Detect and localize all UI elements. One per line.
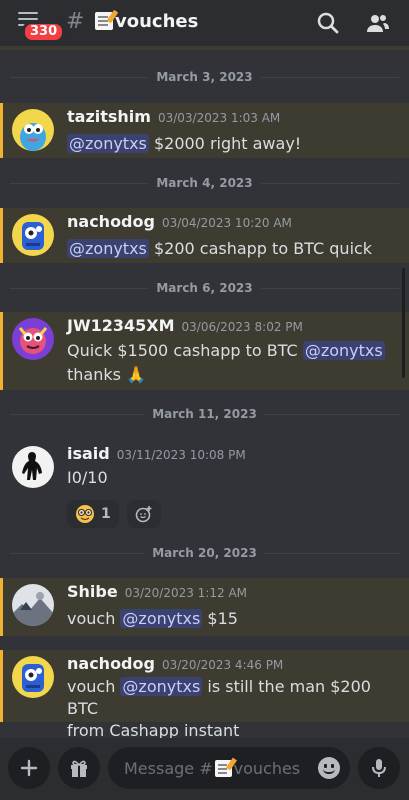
emoji-picker-icon[interactable]	[318, 757, 340, 779]
avatar[interactable]	[12, 584, 54, 626]
username[interactable]: tazitshim 03/03/2023 1:03 AM	[67, 107, 280, 126]
blue-robot-avatar-icon	[12, 214, 54, 256]
date-divider: March 6, 2023	[10, 279, 399, 297]
memo-emoji-icon	[95, 12, 113, 30]
username-text: Shibe	[67, 582, 118, 601]
search-icon	[317, 12, 339, 34]
reaction-count: 1	[101, 506, 111, 522]
date-divider-text: March 4, 2023	[156, 176, 253, 190]
placeholder-prefix: Message #	[124, 758, 213, 778]
message-input[interactable]: Message # vouches	[108, 747, 350, 789]
username[interactable]: Shibe 03/20/2023 1:12 AM	[67, 582, 247, 601]
message-content: vouch @zonytxs $15	[67, 608, 397, 630]
message-content: @zonytxs $200 cashapp to BTC quick	[67, 238, 397, 260]
timestamp: 03/04/2023 10:20 AM	[161, 216, 292, 230]
message-text: vouch	[67, 677, 121, 696]
folded-hands-emoji-icon: 🙏	[126, 365, 146, 384]
gift-icon	[71, 760, 87, 777]
message-text: vouch	[67, 609, 121, 628]
user-mention[interactable]: @zonytxs	[302, 341, 385, 360]
username-text: nachodog	[67, 654, 155, 673]
timestamp: 03/20/2023 4:46 PM	[161, 658, 284, 672]
message[interactable]: nachodog 03/20/2023 4:46 PM vouch @zonytx…	[0, 650, 409, 740]
landscape-avatar-icon	[12, 584, 54, 626]
composer-bar: Message # vouches	[0, 738, 409, 800]
message-content: Quick $1500 cashapp to BTC @zonytxs thank…	[67, 339, 397, 387]
unread-badge: 330	[22, 21, 66, 43]
user-mention[interactable]: @zonytxs	[120, 677, 203, 696]
message-content: I0/10	[67, 468, 108, 487]
gift-button[interactable]	[58, 747, 100, 789]
avatar[interactable]	[12, 318, 54, 360]
user-mention[interactable]: @zonytxs	[67, 134, 149, 153]
date-divider: March 3, 2023	[10, 68, 399, 86]
previous-message-edge	[0, 46, 409, 50]
channel-name-text: vouches	[115, 11, 199, 32]
date-divider-text: March 20, 2023	[152, 546, 257, 560]
blue-creature-avatar-icon	[12, 109, 54, 151]
message-text: $200 cashapp to BTC quick	[148, 239, 373, 258]
message-content: @zonytxs $2000 right away!	[67, 133, 397, 155]
memo-emoji-icon	[214, 759, 232, 777]
microphone-icon	[372, 759, 386, 777]
scrollbar[interactable]	[402, 268, 405, 378]
date-divider-text: March 11, 2023	[152, 407, 257, 421]
members-button[interactable]	[366, 11, 390, 35]
reaction-nerd[interactable]: 1	[67, 500, 119, 528]
nerd-face-emoji-icon	[76, 505, 94, 523]
message[interactable]: JW12345XM 03/06/2023 8:02 PM Quick $1500 …	[0, 312, 409, 390]
user-mention[interactable]: @zonytxs	[67, 239, 149, 258]
message-text-end: $15	[202, 609, 238, 628]
blue-robot-avatar-icon	[12, 656, 54, 698]
message-content: vouch @zonytxs is still the man $200 BTC…	[67, 676, 397, 742]
message-text-line-2: thanks	[67, 365, 121, 384]
search-button[interactable]	[316, 11, 340, 35]
date-divider: March 4, 2023	[10, 174, 399, 192]
pink-creature-avatar-icon	[12, 318, 54, 360]
username[interactable]: nachodog 03/20/2023 4:46 PM	[67, 654, 283, 673]
silhouette-avatar-icon	[12, 446, 54, 488]
add-reaction-button[interactable]	[126, 500, 161, 528]
avatar[interactable]	[12, 109, 54, 151]
date-divider-text: March 3, 2023	[156, 70, 253, 84]
date-divider: March 20, 2023	[10, 544, 399, 562]
add-reaction-icon	[135, 506, 152, 523]
date-divider-text: March 6, 2023	[156, 281, 253, 295]
plus-icon	[20, 759, 38, 777]
message[interactable]: isaid 03/11/2023 10:08 PM I0/10 1	[0, 440, 409, 530]
placeholder-channel: vouches	[233, 758, 301, 778]
username[interactable]: isaid 03/11/2023 10:08 PM	[67, 444, 246, 463]
message[interactable]: nachodog 03/04/2023 10:20 AM @zonytxs $20…	[0, 208, 409, 263]
avatar[interactable]	[12, 656, 54, 698]
channel-title[interactable]: vouches	[95, 11, 198, 32]
user-mention[interactable]: @zonytxs	[120, 609, 203, 628]
message-text: Quick $1500 cashapp to BTC	[67, 341, 303, 360]
message[interactable]: tazitshim 03/03/2023 1:03 AM @zonytxs $20…	[0, 103, 409, 158]
avatar[interactable]	[12, 446, 54, 488]
timestamp: 03/03/2023 1:03 AM	[157, 111, 281, 125]
username-text: nachodog	[67, 212, 155, 231]
username[interactable]: nachodog 03/04/2023 10:20 AM	[67, 212, 292, 231]
date-divider: March 11, 2023	[10, 405, 399, 423]
username[interactable]: JW12345XM 03/06/2023 8:02 PM	[67, 316, 303, 335]
timestamp: 03/06/2023 8:02 PM	[181, 320, 303, 334]
message-text: $2000 right away!	[148, 134, 302, 153]
reactions: 1	[67, 500, 161, 528]
username-text: tazitshim	[67, 107, 151, 126]
add-attachment-button[interactable]	[8, 747, 50, 789]
channel-header: 330 # vouches	[0, 0, 409, 46]
members-icon	[367, 15, 389, 32]
username-text: JW12345XM	[67, 316, 175, 335]
username-text: isaid	[67, 444, 110, 463]
voice-message-button[interactable]	[358, 747, 400, 789]
hash-icon: #	[66, 9, 85, 34]
timestamp: 03/20/2023 1:12 AM	[124, 586, 248, 600]
avatar[interactable]	[12, 214, 54, 256]
message-input-placeholder: Message # vouches	[124, 759, 300, 778]
message[interactable]: Shibe 03/20/2023 1:12 AM vouch @zonytxs $…	[0, 578, 409, 636]
timestamp: 03/11/2023 10:08 PM	[116, 448, 246, 462]
